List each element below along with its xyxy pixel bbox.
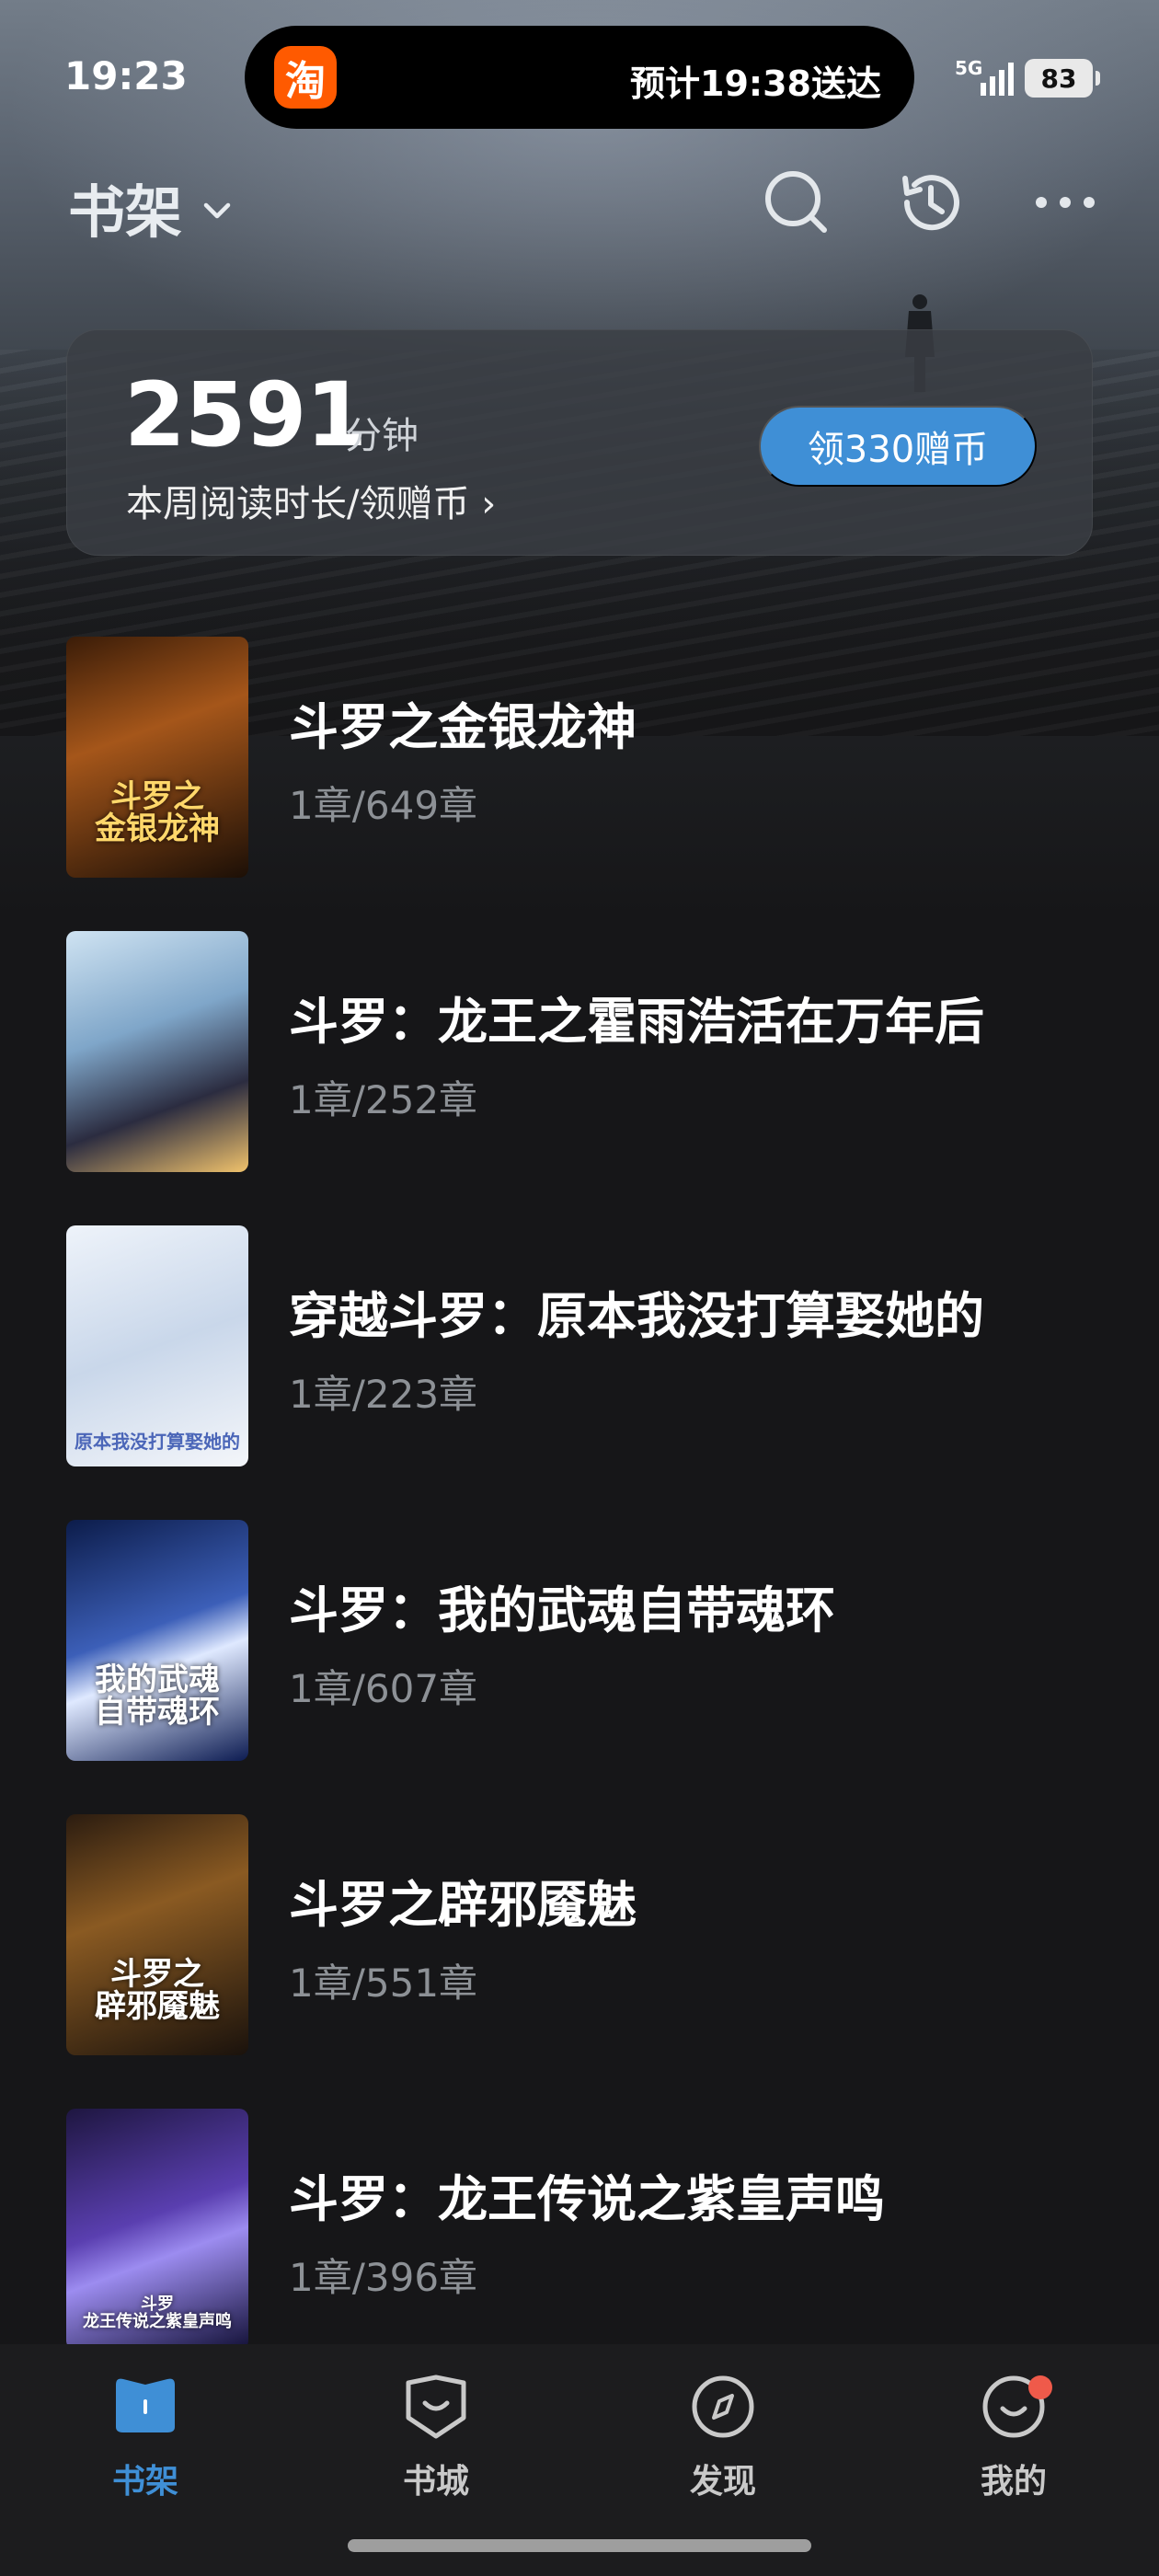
book-cover[interactable]: 斗罗之 金银龙神 (66, 637, 248, 878)
book-progress: 1章/252章 (289, 1077, 478, 1122)
book-progress: 1章/551章 (289, 1961, 478, 2006)
book-cover[interactable]: 原本我没打算娶她的 (66, 1225, 248, 1466)
shelf-title-dropdown[interactable]: 书架 (68, 166, 235, 248)
cover-title-art: 斗罗 龙王传说之紫皇声鸣 (83, 2294, 232, 2332)
book-title: 斗罗：龙王之霍雨浩活在万年后 (289, 993, 984, 1051)
search-icon[interactable] (760, 166, 833, 239)
history-icon[interactable] (894, 166, 968, 239)
reading-minutes: 2591 (124, 363, 367, 466)
book-title: 斗罗：我的武魂自带魂环 (289, 1581, 835, 1639)
book-cover[interactable] (66, 931, 248, 1172)
book-title: 斗罗：龙王传说之紫皇声鸣 (289, 2170, 885, 2228)
weekly-reading-card[interactable]: 2591 分钟 本周阅读时长/领赠币 › 领330赠币 (66, 329, 1093, 556)
nav-label: 发现 (689, 2463, 756, 2501)
book-item[interactable]: 我的武魂 自带魂环 斗罗：我的武魂自带魂环 1章/607章 (0, 1518, 1159, 1761)
book-title: 穿越斗罗：原本我没打算娶她的 (289, 1287, 984, 1345)
nav-discover[interactable]: 发现 (649, 2372, 797, 2528)
delivery-eta-text: 预计19:38送达 (630, 63, 881, 104)
nav-bookstore[interactable]: 书城 (362, 2372, 510, 2528)
network-type: 5G (955, 57, 983, 79)
nav-label: 我的 (980, 2463, 1047, 2501)
taobao-app-icon: 淘 (274, 46, 337, 109)
cover-title-art: 原本我没打算娶她的 (75, 1431, 240, 1453)
book-cover[interactable]: 斗罗之 辟邪魇魅 (66, 1814, 248, 2055)
book-progress: 1章/607章 (289, 1666, 478, 1711)
cover-title-art: 斗罗之 辟邪魇魅 (95, 1955, 220, 2026)
battery-icon: 83 (1025, 59, 1100, 98)
nav-label: 书架 (111, 2463, 178, 2501)
weekly-reading-link[interactable]: 本周阅读时长/领赠币 › (126, 474, 496, 527)
book-cover[interactable]: 斗罗 龙王传说之紫皇声鸣 (66, 2109, 248, 2350)
reading-minutes-unit: 分钟 (345, 415, 419, 457)
more-icon[interactable] (1028, 166, 1102, 239)
status-bar: 19:23 淘 预计19:38送达 5G 83 (0, 0, 1159, 156)
bookstore-icon (406, 2375, 466, 2439)
nav-label: 书城 (402, 2463, 469, 2501)
cover-title-art: 我的武魂 自带魂环 (95, 1661, 220, 1731)
nav-bookshelf[interactable]: 书架 (72, 2372, 219, 2528)
home-indicator[interactable] (348, 2539, 811, 2552)
book-item[interactable]: 斗罗 龙王传说之紫皇声鸣 斗罗：龙王传说之紫皇声鸣 1章/396章 (0, 2107, 1159, 2350)
signal-icon (981, 63, 1014, 96)
compass-icon (692, 2375, 754, 2438)
book-progress: 1章/649章 (289, 783, 478, 828)
status-time: 19:23 (64, 53, 188, 98)
dynamic-island-notification[interactable]: 淘 预计19:38送达 (245, 26, 914, 129)
bookshelf-icon (116, 2378, 175, 2432)
book-title: 斗罗之金银龙神 (289, 698, 637, 756)
chevron-down-icon (203, 202, 231, 219)
cover-title-art: 斗罗之 金银龙神 (95, 777, 220, 848)
page-title: 书架 (68, 178, 183, 246)
book-item[interactable]: 斗罗：龙王之霍雨浩活在万年后 1章/252章 (0, 929, 1159, 1172)
book-progress: 1章/396章 (289, 2255, 478, 2300)
book-title: 斗罗之辟邪魇魅 (289, 1876, 637, 1934)
claim-coins-button[interactable]: 领330赠币 (759, 406, 1037, 487)
book-progress: 1章/223章 (289, 1372, 478, 1417)
book-item[interactable]: 原本我没打算娶她的 穿越斗罗：原本我没打算娶她的 1章/223章 (0, 1224, 1159, 1466)
book-item[interactable]: 斗罗之 金银龙神 斗罗之金银龙神 1章/649章 (0, 635, 1159, 878)
book-item[interactable]: 斗罗之 辟邪魇魅 斗罗之辟邪魇魅 1章/551章 (0, 1812, 1159, 2055)
book-cover[interactable]: 我的武魂 自带魂环 (66, 1520, 248, 1761)
notification-badge (1028, 2375, 1052, 2399)
nav-profile[interactable]: 我的 (940, 2372, 1087, 2528)
